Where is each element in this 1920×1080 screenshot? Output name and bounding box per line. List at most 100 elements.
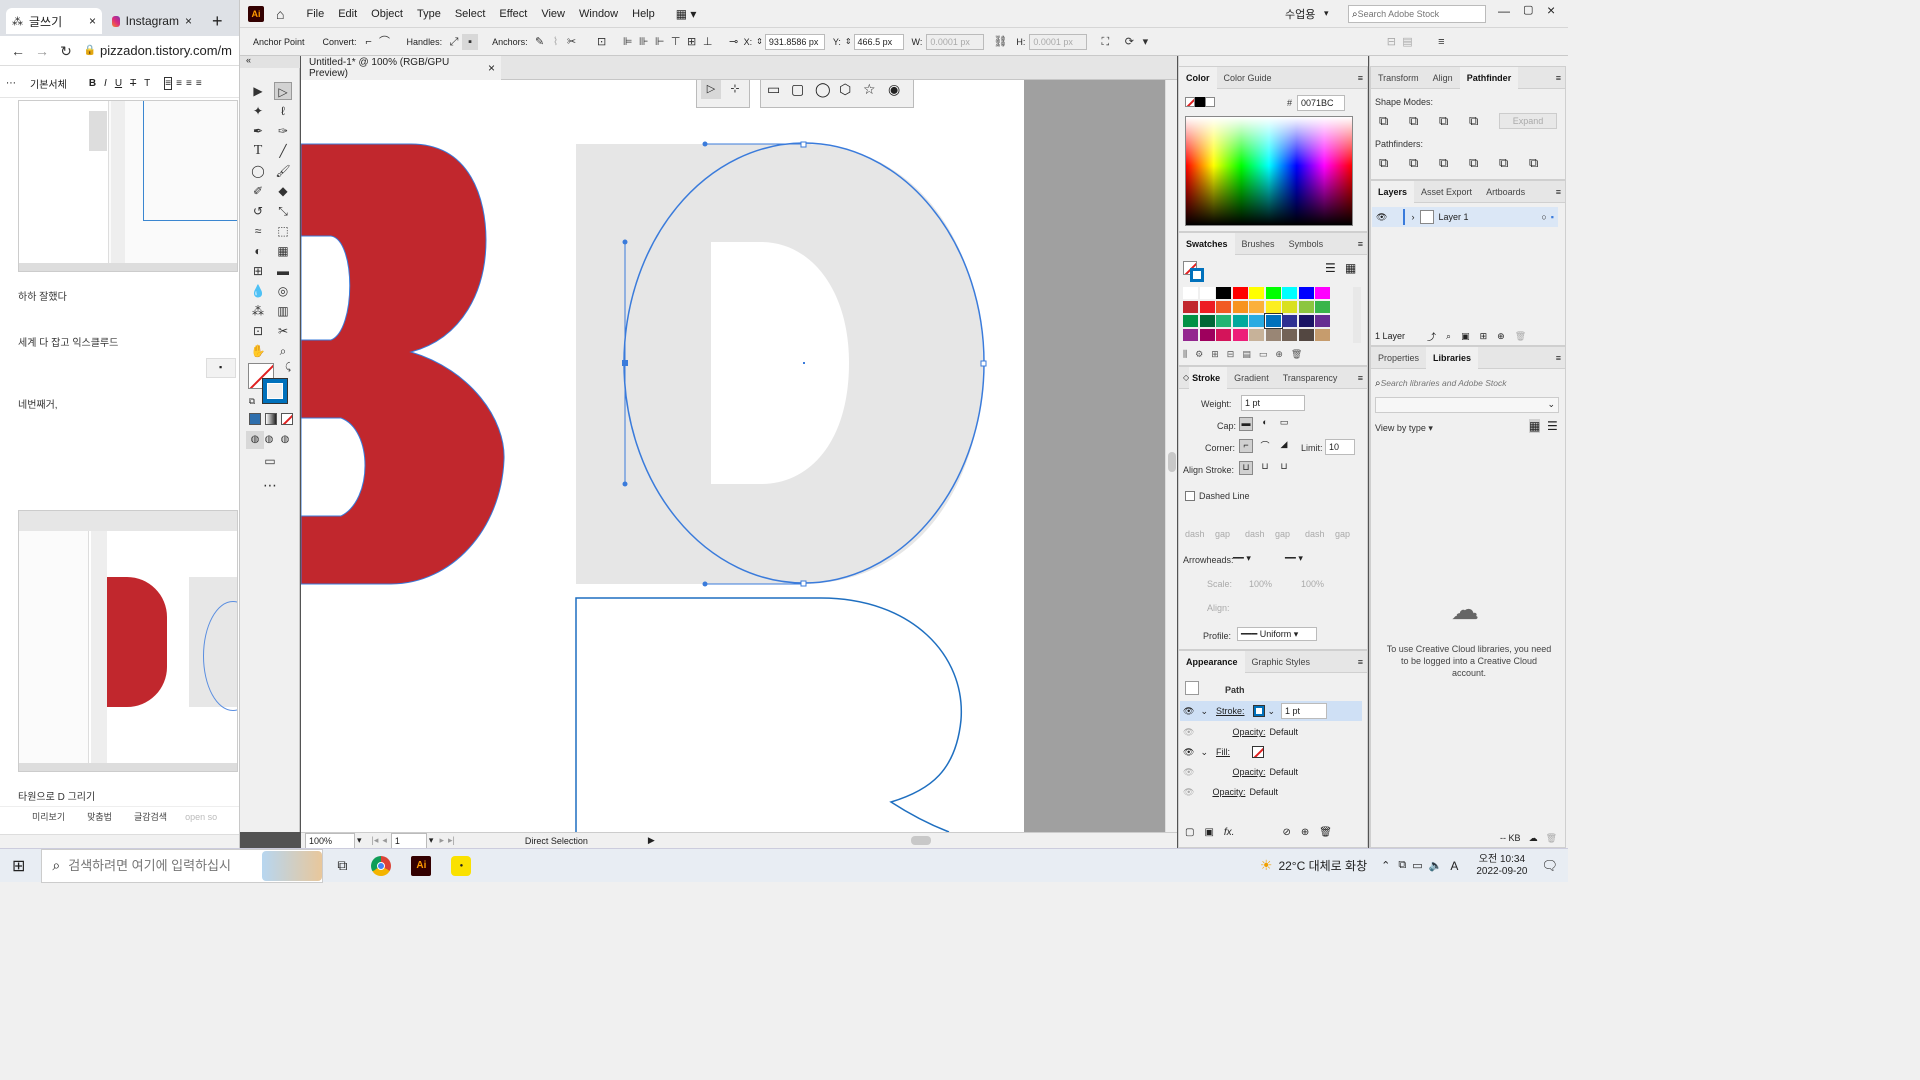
tab-transform[interactable]: Transform: [1371, 67, 1426, 89]
libraries-search[interactable]: ⌕: [1375, 375, 1561, 391]
menu-window[interactable]: Window: [579, 8, 618, 20]
swatch-chip[interactable]: [1282, 287, 1297, 299]
mesh-tool-icon[interactable]: ⊞: [249, 262, 267, 280]
eye-icon[interactable]: 👁: [1183, 787, 1194, 798]
swatch-chip[interactable]: [1216, 315, 1231, 327]
polygon-tool-icon[interactable]: ⬡: [839, 81, 851, 98]
gradient-tool-icon[interactable]: ▬: [274, 262, 292, 280]
swatch-chip[interactable]: [1264, 314, 1282, 328]
tab-brushes[interactable]: Brushes: [1235, 233, 1282, 255]
swatch-chip[interactable]: [1183, 329, 1198, 341]
appearance-stroke-row[interactable]: 👁 ⌄ Stroke: ⌄ 1 pt: [1180, 701, 1362, 721]
swatch-chip[interactable]: [1298, 329, 1314, 341]
minus-front-icon[interactable]: ⧉: [1409, 113, 1418, 129]
cut-path-icon[interactable]: ✂: [564, 34, 580, 50]
panel-menu-icon[interactable]: ≡: [1556, 73, 1561, 83]
swatch-chip[interactable]: [1216, 287, 1231, 299]
minimize-button[interactable]: —: [1498, 4, 1510, 18]
panel-menu-icon[interactable]: ≡: [1358, 239, 1363, 249]
menu-help[interactable]: Help: [632, 8, 655, 20]
merge-icon[interactable]: ⧉: [1439, 155, 1448, 171]
tray-chevron-icon[interactable]: ⌃: [1381, 859, 1390, 872]
transform-icon[interactable]: ⛶: [1097, 34, 1113, 50]
hide-handles-icon[interactable]: ▪: [462, 33, 479, 50]
view-by-type-select[interactable]: View by type ▾: [1375, 423, 1433, 434]
swatch-kind-icon[interactable]: ⚙: [1195, 349, 1203, 363]
trash-icon[interactable]: 🗑: [1319, 827, 1332, 841]
layer-name[interactable]: Layer 1: [1438, 212, 1468, 222]
swatch-chip[interactable]: [1249, 329, 1264, 341]
folder-icon[interactable]: ▭: [1259, 349, 1268, 363]
slice-tool-icon[interactable]: ✂: [274, 322, 292, 340]
align-left-icon[interactable]: ≡: [164, 77, 173, 90]
appearance-stroke-opacity-row[interactable]: 👁 Opacity: Default: [1180, 723, 1362, 741]
export-icon[interactable]: ⤴: [1427, 330, 1436, 343]
tab-color[interactable]: Color: [1179, 66, 1217, 89]
tab-swatches[interactable]: Swatches: [1179, 232, 1235, 255]
type-tool-icon[interactable]: T: [249, 142, 267, 160]
align-right-icon[interactable]: ⊩: [652, 34, 668, 50]
swatch-chip[interactable]: [1265, 287, 1281, 299]
stock-search[interactable]: ⌕: [1348, 5, 1486, 23]
new-color-group-icon[interactable]: ▤: [1242, 349, 1251, 363]
tab-properties[interactable]: Properties: [1371, 347, 1426, 369]
anchor-point[interactable]: [800, 141, 807, 148]
star-tool-icon[interactable]: ☆: [863, 81, 876, 98]
scale-end[interactable]: 100%: [1301, 579, 1324, 589]
home-icon[interactable]: ⌂: [276, 6, 284, 22]
align-to-icon[interactable]: ⊡: [594, 34, 610, 50]
network-icon[interactable]: ▭: [1412, 859, 1422, 872]
letter-b-shape[interactable]: [301, 143, 505, 585]
trash-icon[interactable]: 🗑: [1546, 833, 1557, 844]
dashed-line-checkbox[interactable]: [1185, 491, 1195, 501]
spellcheck-button[interactable]: 맞춤법: [87, 810, 112, 823]
round-cap-icon[interactable]: ◐: [1258, 417, 1272, 431]
align-center-stroke-icon[interactable]: ⊔: [1239, 461, 1253, 475]
swatch-chip[interactable]: [1282, 315, 1297, 327]
collapse-icon[interactable]: «: [246, 55, 251, 65]
add-fill-icon[interactable]: ▣: [1204, 827, 1213, 841]
arrowhead-end-select[interactable]: ━━ ▾: [1285, 553, 1325, 565]
volume-icon[interactable]: 🔈: [1429, 859, 1443, 872]
status-tool-text[interactable]: Direct Selection: [525, 836, 588, 846]
forward-arrow-icon[interactable]: →: [34, 43, 50, 59]
line-tool-icon[interactable]: ╱: [274, 142, 292, 160]
stroke-swatch-blue[interactable]: [262, 378, 288, 404]
gradient-mode-button[interactable]: [265, 413, 277, 425]
color-mode-button[interactable]: [249, 413, 261, 425]
panel-menu-icon[interactable]: ≡: [1556, 353, 1561, 363]
rectangle-tool-icon[interactable]: ▭: [767, 81, 780, 98]
swatch-chip[interactable]: [1183, 315, 1198, 327]
next-artboard-icon[interactable]: ▸: [439, 835, 444, 846]
align-left-icon[interactable]: ⊫: [620, 34, 636, 50]
chevron-right-icon[interactable]: ›: [1411, 212, 1414, 222]
control-extra-icon-2[interactable]: ▤: [1399, 34, 1415, 50]
show-handles-icon[interactable]: ⤢: [446, 34, 462, 50]
opacity-label[interactable]: Opacity:: [1232, 727, 1265, 737]
bold-button[interactable]: B: [89, 78, 96, 89]
url-text[interactable]: pizzadon.tistory.com/m: [100, 43, 232, 58]
workspace-switcher[interactable]: 수업용: [1285, 6, 1315, 22]
swatch-chip[interactable]: [1249, 287, 1264, 299]
align-justify-icon[interactable]: ≡: [196, 78, 202, 89]
lasso-icon[interactable]: ℓ: [274, 102, 292, 120]
anchor-point[interactable]: [800, 580, 807, 587]
menu-select[interactable]: Select: [455, 8, 486, 20]
y-stepper-icon[interactable]: ⇕: [845, 37, 852, 46]
limit-field[interactable]: 10: [1325, 439, 1355, 455]
align-outside-stroke-icon[interactable]: ⊔: [1277, 461, 1291, 475]
link-proportions-icon[interactable]: ⛓: [992, 34, 1008, 50]
strike-button[interactable]: T: [130, 78, 136, 89]
blend-tool-icon[interactable]: ◎: [274, 282, 292, 300]
panel-options-icon[interactable]: ≡: [1433, 34, 1449, 50]
image-block-handle[interactable]: ▪: [206, 358, 236, 378]
artboard-canvas[interactable]: « × ▷ ⊹ « × ▭ ▢ ◯ ⬡ ☆ ◉: [301, 80, 1024, 832]
swatch-chip[interactable]: [1216, 329, 1231, 341]
fill-none-swatch[interactable]: [1251, 746, 1264, 758]
swatch-chip[interactable]: [1199, 315, 1215, 327]
color-group-icon[interactable]: ⊟: [1227, 349, 1235, 363]
fill-stroke-indicator[interactable]: [1183, 261, 1205, 283]
chevron-down-icon[interactable]: ▾: [357, 835, 362, 846]
butt-cap-icon[interactable]: ▬: [1239, 417, 1253, 431]
last-artboard-icon[interactable]: ▸|: [448, 835, 455, 846]
